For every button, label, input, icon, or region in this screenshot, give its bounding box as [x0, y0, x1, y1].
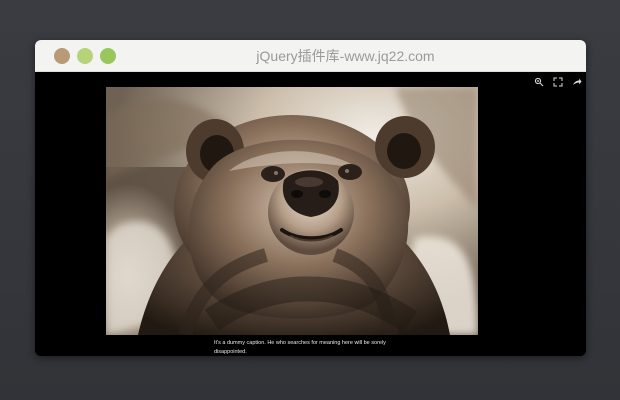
lightbox-viewer: It's a dummy caption. He who searches fo… — [35, 72, 586, 356]
window-title: jQuery插件库-www.jq22.com — [256, 48, 435, 64]
maximize-window-button[interactable] — [100, 48, 116, 64]
share-icon[interactable] — [572, 77, 582, 87]
bear-photo[interactable] — [106, 87, 478, 335]
page-background: jQuery插件库-www.jq22.com It's a dummy capt… — [0, 0, 620, 400]
viewer-toolbar — [534, 75, 582, 89]
close-window-button[interactable] — [54, 48, 70, 64]
window-titlebar: jQuery插件库-www.jq22.com — [35, 40, 586, 72]
image-caption: It's a dummy caption. He who searches fo… — [214, 340, 386, 355]
fullscreen-icon[interactable] — [553, 77, 563, 87]
minimize-window-button[interactable] — [77, 48, 93, 64]
zoom-icon[interactable] — [534, 77, 544, 87]
browser-window: jQuery插件库-www.jq22.com It's a dummy capt… — [35, 40, 586, 356]
